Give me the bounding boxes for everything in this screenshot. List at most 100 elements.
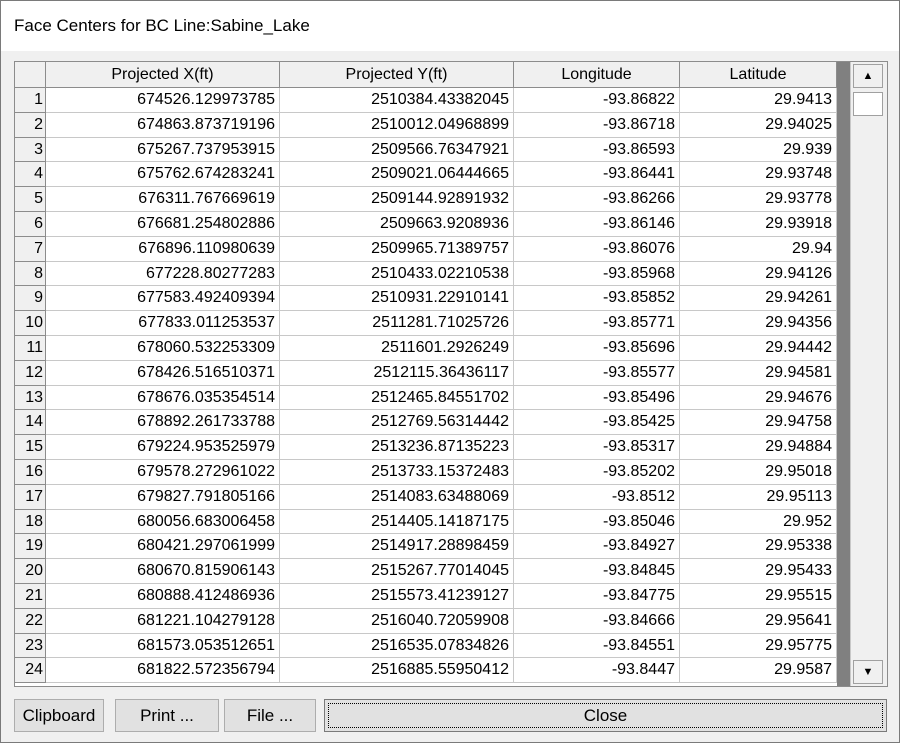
- cell-longitude[interactable]: -93.8447: [514, 658, 680, 684]
- cell-projected-x[interactable]: 680670.815906143: [46, 559, 280, 584]
- cell-projected-y[interactable]: 2514405.14187175: [280, 509, 514, 535]
- cell-latitude[interactable]: 29.93918: [680, 212, 837, 237]
- cell-latitude[interactable]: 29.95018: [680, 460, 837, 485]
- cell-projected-y[interactable]: 2511281.71025726: [280, 311, 514, 336]
- scroll-down-icon[interactable]: ▼: [853, 660, 883, 684]
- cell-projected-y[interactable]: 2516040.72059908: [280, 608, 514, 634]
- cell-longitude[interactable]: -93.85852: [514, 286, 680, 312]
- cell-latitude[interactable]: 29.94442: [680, 336, 837, 361]
- cell-longitude[interactable]: -93.86718: [514, 112, 680, 138]
- cell-longitude[interactable]: -93.86266: [514, 187, 680, 212]
- cell-projected-x[interactable]: 678676.035354514: [46, 385, 280, 411]
- cell-longitude[interactable]: -93.85577: [514, 360, 680, 386]
- table-row[interactable]: 2 674863.873719196 2510012.04968899 -93.867…: [15, 112, 837, 138]
- table-row[interactable]: 6 676681.254802886 2509663.9208936 -93.8614…: [15, 212, 837, 237]
- cell-projected-x[interactable]: 677583.492409394: [46, 286, 280, 312]
- cell-longitude[interactable]: -93.85771: [514, 311, 680, 336]
- cell-latitude[interactable]: 29.95433: [680, 559, 837, 584]
- corner-header[interactable]: [15, 62, 46, 88]
- cell-latitude[interactable]: 29.94884: [680, 435, 837, 460]
- print-button[interactable]: Print ...: [115, 699, 219, 732]
- cell-projected-x[interactable]: 679578.272961022: [46, 460, 280, 485]
- cell-projected-y[interactable]: 2512769.56314442: [280, 410, 514, 436]
- table-row[interactable]: 18 680056.683006458 2514405.14187175 -93.85…: [15, 509, 837, 535]
- table-row[interactable]: 1 674526.129973785 2510384.43382045 -93.868…: [15, 88, 837, 113]
- table-row[interactable]: 12 678426.516510371 2512115.36436117 -93.85…: [15, 360, 837, 386]
- cell-projected-y[interactable]: 2510012.04968899: [280, 112, 514, 138]
- cell-projected-x[interactable]: 676681.254802886: [46, 212, 280, 237]
- cell-longitude[interactable]: -93.85696: [514, 336, 680, 361]
- cell-latitude[interactable]: 29.939: [680, 137, 837, 163]
- cell-projected-y[interactable]: 2509566.76347921: [280, 137, 514, 163]
- cell-projected-y[interactable]: 2513236.87135223: [280, 435, 514, 460]
- cell-projected-x[interactable]: 680888.412486936: [46, 584, 280, 609]
- cell-projected-y[interactable]: 2509021.06444665: [280, 162, 514, 188]
- table-row[interactable]: 3 675267.737953915 2509566.76347921 -93.865…: [15, 137, 837, 163]
- cell-latitude[interactable]: 29.93778: [680, 187, 837, 212]
- table-row[interactable]: 20 680670.815906143 2515267.77014045 -93.84…: [15, 559, 837, 584]
- table-row[interactable]: 13 678676.035354514 2512465.84551702 -93.85…: [15, 385, 837, 411]
- data-grid[interactable]: Projected X(ft) Projected Y(ft) Longitud…: [14, 61, 888, 687]
- cell-projected-x[interactable]: 680421.297061999: [46, 534, 280, 560]
- scroll-up-icon[interactable]: ▲: [853, 64, 883, 88]
- vertical-scrollbar[interactable]: ▲ ▼: [850, 62, 887, 686]
- cell-projected-x[interactable]: 681822.572356794: [46, 658, 280, 684]
- header-projected-y[interactable]: Projected Y(ft): [280, 62, 514, 88]
- cell-latitude[interactable]: 29.95338: [680, 534, 837, 560]
- table-row[interactable]: 4 675762.674283241 2509021.06444665 -93.864…: [15, 162, 837, 188]
- cell-longitude[interactable]: -93.84666: [514, 608, 680, 634]
- cell-projected-x[interactable]: 677833.011253537: [46, 311, 280, 336]
- cell-latitude[interactable]: 29.95113: [680, 484, 837, 510]
- row-number[interactable]: 18: [15, 509, 46, 535]
- row-number[interactable]: 3: [15, 137, 46, 163]
- cell-projected-x[interactable]: 680056.683006458: [46, 509, 280, 535]
- row-number[interactable]: 21: [15, 584, 46, 609]
- table-row[interactable]: 22 681221.104279128 2516040.72059908 -93.84…: [15, 608, 837, 634]
- table-row[interactable]: 14 678892.261733788 2512769.56314442 -93.85…: [15, 410, 837, 436]
- cell-projected-y[interactable]: 2515573.41239127: [280, 584, 514, 609]
- close-button[interactable]: Close: [324, 699, 887, 732]
- table-row[interactable]: 15 679224.953525979 2513236.87135223 -93.85…: [15, 435, 837, 460]
- file-button[interactable]: File ...: [224, 699, 316, 732]
- cell-projected-y[interactable]: 2510384.43382045: [280, 88, 514, 113]
- cell-projected-y[interactable]: 2509965.71389757: [280, 236, 514, 262]
- table-row[interactable]: 8 677228.80277283 2510433.02210538 -93.8596…: [15, 261, 837, 287]
- cell-latitude[interactable]: 29.93748: [680, 162, 837, 188]
- cell-longitude[interactable]: -93.84551: [514, 633, 680, 659]
- row-number[interactable]: 11: [15, 336, 46, 361]
- row-number[interactable]: 6: [15, 212, 46, 237]
- cell-longitude[interactable]: -93.8512: [514, 484, 680, 510]
- cell-projected-x[interactable]: 677228.80277283: [46, 261, 280, 287]
- cell-longitude[interactable]: -93.85317: [514, 435, 680, 460]
- cell-projected-y[interactable]: 2510931.22910141: [280, 286, 514, 312]
- cell-projected-y[interactable]: 2511601.2926249: [280, 336, 514, 361]
- cell-latitude[interactable]: 29.94025: [680, 112, 837, 138]
- cell-longitude[interactable]: -93.85425: [514, 410, 680, 436]
- cell-latitude[interactable]: 29.94581: [680, 360, 837, 386]
- cell-projected-y[interactable]: 2514917.28898459: [280, 534, 514, 560]
- cell-projected-x[interactable]: 674526.129973785: [46, 88, 280, 113]
- table-row[interactable]: 19 680421.297061999 2514917.28898459 -93.84…: [15, 534, 837, 560]
- row-number[interactable]: 9: [15, 286, 46, 312]
- cell-projected-x[interactable]: 675762.674283241: [46, 162, 280, 188]
- row-number[interactable]: 8: [15, 261, 46, 287]
- cell-projected-y[interactable]: 2512465.84551702: [280, 385, 514, 411]
- cell-projected-x[interactable]: 679827.791805166: [46, 484, 280, 510]
- cell-latitude[interactable]: 29.95515: [680, 584, 837, 609]
- row-number[interactable]: 12: [15, 360, 46, 386]
- cell-projected-x[interactable]: 678892.261733788: [46, 410, 280, 436]
- cell-longitude[interactable]: -93.86146: [514, 212, 680, 237]
- table-row[interactable]: 5 676311.767669619 2509144.92891932 -93.862…: [15, 187, 837, 212]
- cell-latitude[interactable]: 29.95775: [680, 633, 837, 659]
- cell-latitude[interactable]: 29.94: [680, 236, 837, 262]
- cell-longitude[interactable]: -93.84775: [514, 584, 680, 609]
- cell-longitude[interactable]: -93.86593: [514, 137, 680, 163]
- cell-projected-x[interactable]: 678060.532253309: [46, 336, 280, 361]
- scroll-thumb[interactable]: [853, 92, 883, 116]
- row-number[interactable]: 19: [15, 534, 46, 560]
- cell-projected-y[interactable]: 2510433.02210538: [280, 261, 514, 287]
- cell-longitude[interactable]: -93.85202: [514, 460, 680, 485]
- cell-longitude[interactable]: -93.85496: [514, 385, 680, 411]
- cell-projected-x[interactable]: 676896.110980639: [46, 236, 280, 262]
- row-number[interactable]: 17: [15, 484, 46, 510]
